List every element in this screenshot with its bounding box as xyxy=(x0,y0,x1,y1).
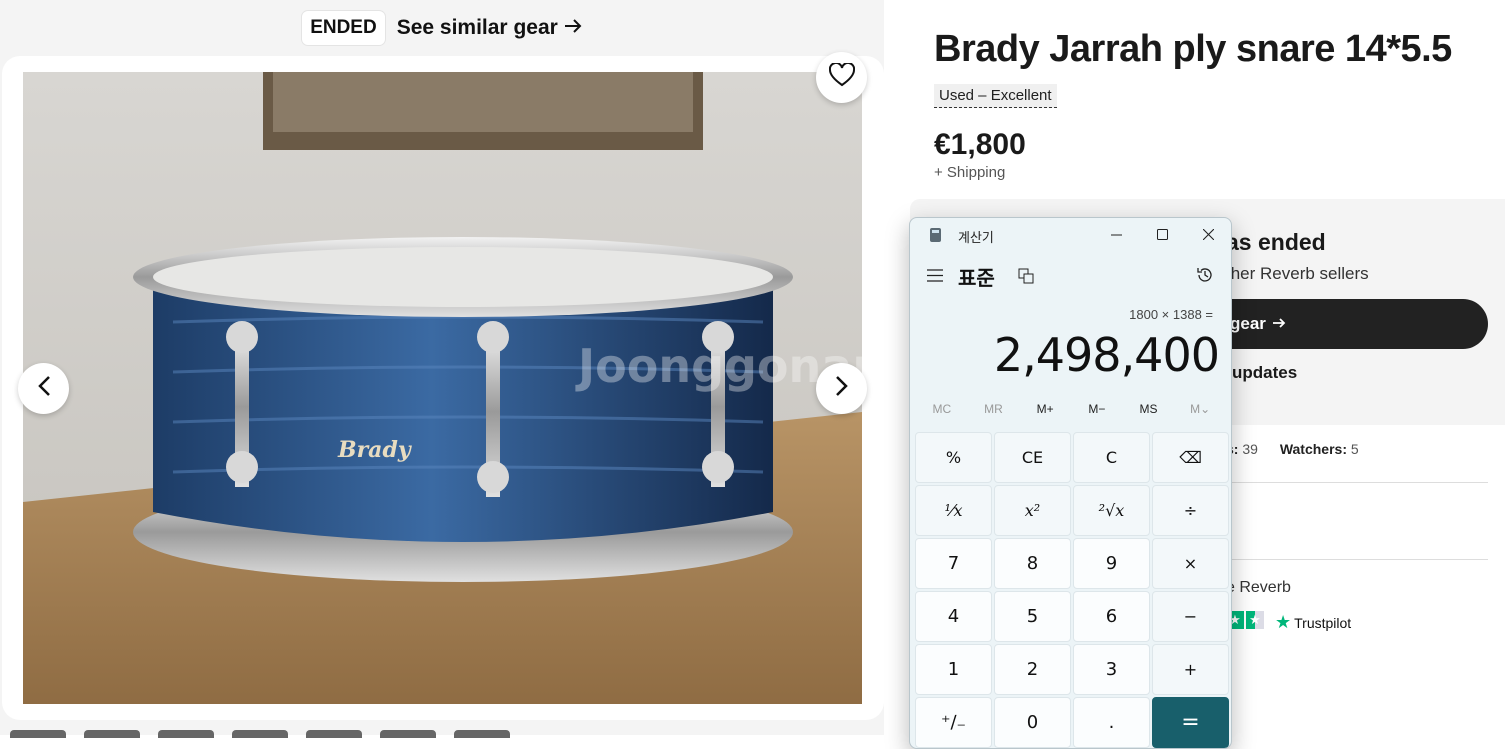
arrow-right-icon xyxy=(564,16,582,40)
views-value: 39 xyxy=(1242,441,1258,457)
clear-key[interactable]: C xyxy=(1073,432,1150,483)
divider xyxy=(1226,559,1488,560)
subtract-key[interactable]: − xyxy=(1152,591,1229,642)
square-key[interactable]: x² xyxy=(994,485,1071,536)
history-icon[interactable] xyxy=(1196,266,1214,289)
reverb-protection-text: e Reverb xyxy=(1226,579,1291,596)
thumbnail[interactable] xyxy=(454,730,510,738)
calculator-app-icon xyxy=(930,228,941,242)
keep-on-top-icon[interactable] xyxy=(1018,268,1034,289)
memory-clear-button[interactable]: MC xyxy=(916,402,968,416)
ended-title: as ended xyxy=(1226,229,1326,255)
memory-row: MC MR M+ M− MS M⌄ xyxy=(916,402,1226,416)
thumbnail[interactable] xyxy=(10,730,66,738)
maximize-icon xyxy=(1156,227,1168,244)
digit-5-key[interactable]: 5 xyxy=(994,591,1071,642)
divider xyxy=(1226,482,1488,483)
decimal-key[interactable]: . xyxy=(1073,697,1150,748)
digit-1-key[interactable]: 1 xyxy=(915,644,992,695)
half-star-icon: ★ xyxy=(1246,611,1264,629)
add-key[interactable]: + xyxy=(1152,644,1229,695)
calculator-keypad: % CE C ⌫ ¹⁄x x² ²√x ÷ 7 8 9 × 4 5 6− 1 2 3 + ⁺∕₋ 0. = xyxy=(915,432,1229,748)
digit-9-key[interactable]: 9 xyxy=(1073,538,1150,589)
percent-key[interactable]: % xyxy=(915,432,992,483)
see-similar-gear-button[interactable]: gear xyxy=(1200,299,1488,349)
thumbnail[interactable] xyxy=(380,730,436,738)
calculation-expression: 1800 × 1388 = xyxy=(1129,307,1213,322)
get-updates-link[interactable]: updates xyxy=(1232,363,1297,383)
digit-3-key[interactable]: 3 xyxy=(1073,644,1150,695)
see-similar-gear-link[interactable]: See similar gear xyxy=(397,16,582,40)
calculator-window-title: 계산기 xyxy=(958,230,994,245)
menu-icon[interactable] xyxy=(927,269,943,287)
close-button[interactable] xyxy=(1185,218,1231,252)
digit-6-key[interactable]: 6 xyxy=(1073,591,1150,642)
maximize-button[interactable] xyxy=(1139,218,1185,252)
thumbnail[interactable] xyxy=(306,730,362,738)
close-icon xyxy=(1202,227,1214,244)
favorite-button[interactable] xyxy=(816,52,867,103)
see-similar-label: See similar gear xyxy=(396,16,558,39)
memory-list-button[interactable]: M⌄ xyxy=(1174,402,1226,416)
product-photo[interactable]: Brady Joonggonara xyxy=(23,72,862,704)
memory-store-button[interactable]: MS xyxy=(1123,402,1175,416)
multiply-key[interactable]: × xyxy=(1152,538,1229,589)
divide-key[interactable]: ÷ xyxy=(1152,485,1229,536)
equals-key[interactable]: = xyxy=(1152,697,1229,748)
condition-badge[interactable]: Used – Excellent xyxy=(934,84,1057,108)
calculator-mode-title: 표준 xyxy=(958,266,995,290)
trustpilot-star-icon: ★ xyxy=(1275,612,1292,632)
calculator-window[interactable]: 계산기 표준 1800 × 1388 = 2,498,400 MC MR M+ … xyxy=(909,217,1232,749)
thumbnail[interactable] xyxy=(232,730,288,738)
calculator-header: 표준 xyxy=(910,262,1231,292)
memory-recall-button[interactable]: MR xyxy=(968,402,1020,416)
next-photo-button[interactable] xyxy=(816,363,867,414)
reciprocal-key[interactable]: ¹⁄x xyxy=(915,485,992,536)
minimize-icon xyxy=(1110,227,1122,244)
thumbnail-strip xyxy=(10,730,510,738)
thumbnail[interactable] xyxy=(158,730,214,738)
ended-badge: ENDED xyxy=(302,11,385,45)
heart-icon xyxy=(828,61,855,92)
minimize-button[interactable] xyxy=(1093,218,1139,252)
button-label: gear xyxy=(1230,314,1266,333)
previous-photo-button[interactable] xyxy=(18,363,69,414)
thumbnail[interactable] xyxy=(84,730,140,738)
ended-banner: ENDED See similar gear xyxy=(0,0,884,56)
digit-4-key[interactable]: 4 xyxy=(915,591,992,642)
clear-entry-key[interactable]: CE xyxy=(994,432,1071,483)
backspace-key[interactable]: ⌫ xyxy=(1152,432,1229,483)
ended-subtitle: ther Reverb sellers xyxy=(1226,264,1369,283)
trustpilot-logo[interactable]: ★ Trustpilot xyxy=(1275,612,1351,633)
trustpilot-label: Trustpilot xyxy=(1294,614,1352,631)
drum-logo-text: Brady xyxy=(337,437,413,463)
arrow-right-icon xyxy=(1272,314,1286,334)
watchers-label: Watchers: xyxy=(1279,441,1347,457)
listing-title: Brady Jarrah ply snare 14*5.5 xyxy=(934,28,1452,70)
digit-8-key[interactable]: 8 xyxy=(994,538,1071,589)
chevron-right-icon xyxy=(835,375,849,402)
shipping-note: + Shipping xyxy=(934,164,1006,181)
listing-stats: s: 39 Watchers: 5 xyxy=(1226,441,1359,457)
digit-7-key[interactable]: 7 xyxy=(915,538,992,589)
memory-add-button[interactable]: M+ xyxy=(1019,402,1071,416)
price: €1,800 xyxy=(934,128,1026,161)
negate-key[interactable]: ⁺∕₋ xyxy=(915,697,992,748)
square-root-key[interactable]: ²√x xyxy=(1073,485,1150,536)
chevron-left-icon xyxy=(37,375,51,402)
memory-subtract-button[interactable]: M− xyxy=(1071,402,1123,416)
result-display: 2,498,400 xyxy=(993,328,1220,382)
digit-2-key[interactable]: 2 xyxy=(994,644,1071,695)
digit-0-key[interactable]: 0 xyxy=(994,697,1071,748)
watchers-value: 5 xyxy=(1350,441,1359,457)
calculator-titlebar[interactable]: 계산기 xyxy=(910,218,1231,252)
